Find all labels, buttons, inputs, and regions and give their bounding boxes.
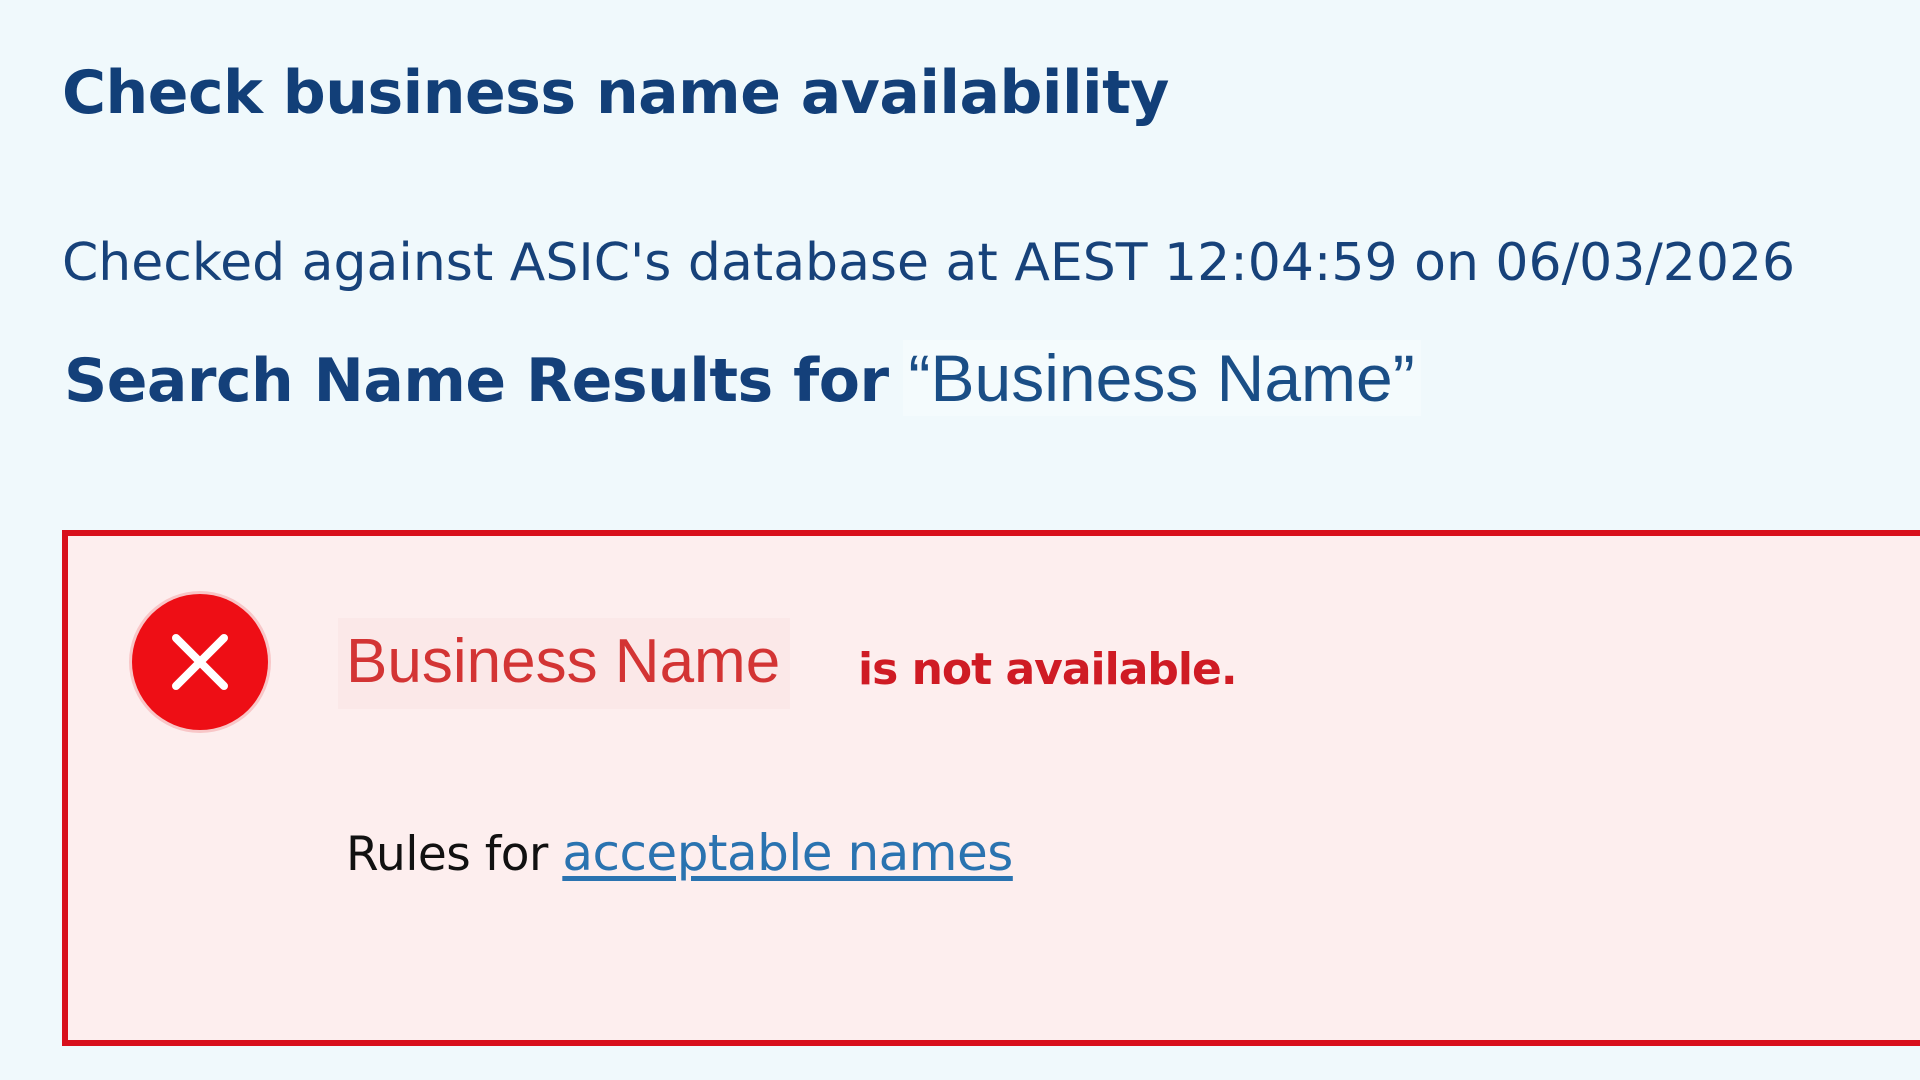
error-x-glyph <box>172 634 228 690</box>
rules-line: Rules for acceptable names <box>346 824 1013 882</box>
search-term: “Business Name” <box>902 340 1421 416</box>
database-check-timestamp: Checked against ASIC's database at AEST … <box>62 233 1796 293</box>
unavailable-business-name: Business Name <box>338 618 791 709</box>
availability-alert: Business Name is not available. Rules fo… <box>62 530 1920 1046</box>
page-title: Check business name availability <box>62 58 1169 128</box>
availability-status: is not available. <box>858 644 1238 695</box>
page: Check business name availability Checked… <box>0 0 1920 1080</box>
rules-prefix: Rules for <box>346 827 548 882</box>
search-results-label: Search Name Results for <box>64 346 889 416</box>
acceptable-names-link[interactable]: acceptable names <box>562 824 1013 882</box>
error-x-icon <box>132 594 268 730</box>
search-results-heading: Search Name Results for “Business Name” <box>64 340 1421 416</box>
